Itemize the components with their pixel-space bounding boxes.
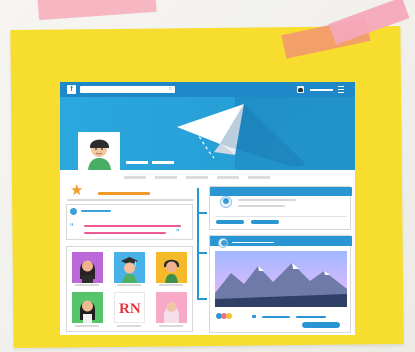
quote-author-line	[81, 210, 111, 212]
tab-placeholder-5[interactable]	[248, 176, 270, 179]
status-comment-button[interactable]	[251, 220, 279, 224]
status-post-avatar-icon	[220, 196, 232, 208]
menu-icon[interactable]	[338, 86, 344, 93]
right-column	[209, 186, 352, 334]
comment-count-icon	[252, 315, 256, 318]
rn-logo-icon: RN	[115, 293, 144, 322]
social-profile-mockup: f ⌕ ★ “ ” RN	[60, 82, 355, 335]
friend-label-1	[75, 284, 99, 286]
profile-subtitle-placeholder	[152, 161, 174, 164]
svg-text:RN: RN	[119, 301, 141, 317]
photo-post-avatar-icon	[218, 238, 228, 248]
timeline-branch-2	[197, 252, 207, 254]
tab-placeholder-4[interactable]	[217, 176, 239, 179]
photo-post-author-line	[232, 242, 274, 243]
graduate-avatar-icon	[114, 252, 145, 283]
friend-label-4	[75, 325, 99, 327]
status-post-card	[209, 186, 352, 230]
quote-close-mark: ”	[176, 228, 180, 239]
paper-plane-icon	[177, 104, 304, 166]
quote-text-line-1	[84, 225, 181, 227]
friend-tile-3[interactable]	[156, 252, 187, 283]
quote-text-line-2	[84, 232, 166, 234]
quote-avatar-icon	[70, 208, 77, 215]
friends-photo-grid: RN	[66, 246, 193, 332]
friend-label-3	[159, 284, 183, 286]
tab-placeholder-1[interactable]	[124, 176, 146, 179]
search-icon[interactable]: ⌕	[167, 86, 174, 93]
woman-dark-hair-avatar-icon	[72, 292, 103, 323]
profile-avatar-icon	[80, 134, 118, 170]
status-post-line-2	[238, 205, 285, 207]
facebook-icon[interactable]: f	[67, 85, 76, 94]
timeline-branch-3	[197, 298, 207, 300]
mountain-landscape-icon	[215, 263, 347, 307]
landscape-photo[interactable]	[215, 251, 347, 307]
search-input[interactable]	[80, 86, 175, 93]
friend-tile-6[interactable]	[156, 292, 187, 323]
quote-open-mark: “	[70, 222, 74, 233]
highlight-divider	[67, 199, 194, 201]
friend-label-5	[117, 325, 141, 327]
timeline-line	[197, 188, 199, 300]
share-count-line	[296, 316, 326, 318]
woman-avatar-icon	[72, 252, 103, 283]
star-icon: ★	[70, 182, 84, 199]
status-like-button[interactable]	[216, 220, 244, 224]
haha-reaction-icon[interactable]	[226, 313, 232, 319]
photo-share-button[interactable]	[302, 322, 340, 328]
user-avatar-icon[interactable]	[297, 86, 304, 93]
user-menu-placeholder[interactable]	[310, 89, 333, 91]
status-post-divider	[215, 216, 347, 217]
tab-placeholder-3[interactable]	[186, 176, 208, 179]
status-post-header	[210, 187, 352, 196]
highlight-line	[98, 192, 150, 195]
friend-label-2	[117, 284, 141, 286]
photo-post-header	[210, 236, 352, 246]
tab-placeholder-2[interactable]	[155, 176, 177, 179]
timeline-branch-1	[197, 212, 207, 214]
friend-tile-2[interactable]	[114, 252, 145, 283]
friend-tile-1[interactable]	[72, 252, 103, 283]
highlight-panel: ★	[66, 182, 194, 201]
quote-panel: “ ”	[66, 204, 193, 240]
profile-name-placeholder	[126, 161, 148, 164]
man-avatar-icon	[156, 252, 187, 283]
photo-post-card	[209, 235, 352, 333]
brand-logo-tile[interactable]: RN	[114, 292, 145, 323]
friend-label-6	[159, 325, 183, 327]
friend-tile-4[interactable]	[72, 292, 103, 323]
left-column: ★ “ ” RN	[66, 182, 194, 333]
status-post-line-1	[238, 199, 296, 201]
profile-photo[interactable]	[78, 132, 120, 172]
hijab-avatar-icon	[156, 292, 187, 323]
comment-count-line	[262, 316, 290, 318]
